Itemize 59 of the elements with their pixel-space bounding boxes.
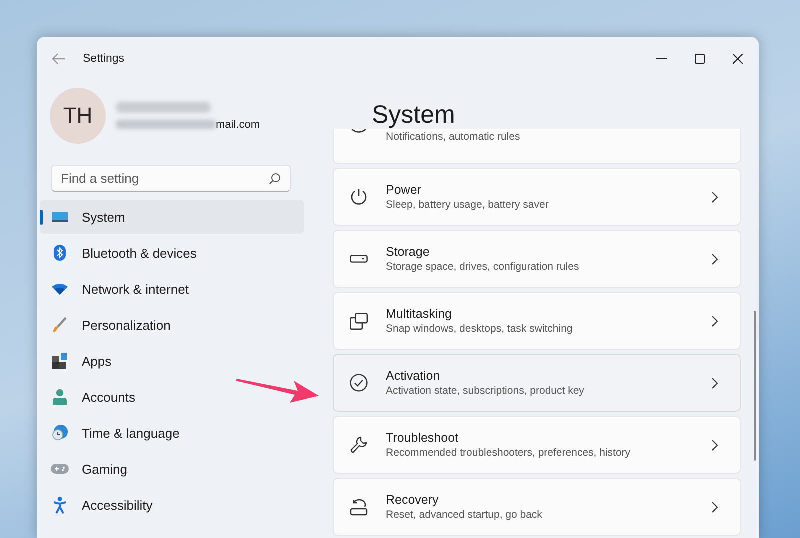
- card-subtitle: Recommended troubleshooters, preferences, history: [386, 447, 632, 459]
- card-subtitle: Reset, advanced startup, go back: [386, 509, 544, 521]
- paintbrush-icon: [51, 317, 69, 333]
- sidebar-item[interactable]: Time & language: [40, 416, 190, 450]
- sidebar-item[interactable]: Bluetooth & devices: [40, 236, 207, 270]
- scrollbar-thumb[interactable]: [754, 311, 756, 461]
- card-subtitle: Snap windows, desktops, task switching: [386, 323, 574, 335]
- account-email: mail.com: [216, 118, 260, 130]
- settings-card[interactable]: Troubleshoot Recommended troubleshooters, preferences, history: [333, 416, 741, 474]
- settings-card[interactable]: Multitasking Snap windows, desktops, task switching: [333, 292, 741, 350]
- settings-card[interactable]: Activation Activation state, subscriptions, product key: [333, 354, 741, 412]
- apps-icon: [51, 353, 69, 369]
- bluetooth-icon: [51, 245, 69, 261]
- sidebar-item[interactable]: Gaming: [40, 452, 138, 486]
- wrench-icon: [350, 436, 368, 454]
- chevron-right-icon: [712, 440, 718, 450]
- card-title: Recovery: [386, 493, 440, 507]
- card-title: Activation: [386, 369, 442, 383]
- sidebar-item[interactable]: Personalization: [40, 308, 181, 342]
- drive-icon: [350, 255, 368, 263]
- sidebar-item[interactable]: Accessibility: [40, 488, 163, 522]
- settings-card[interactable]: Power Sleep, battery usage, battery saver: [333, 168, 741, 226]
- recovery-icon: [350, 498, 368, 516]
- page-heading: System: [371, 100, 456, 129]
- minimize-icon[interactable]: [656, 58, 667, 60]
- card-title: Power: [386, 183, 422, 197]
- card-subtitle: Storage space, drives, configuration rules: [386, 261, 580, 273]
- card-title: Troubleshoot: [386, 431, 460, 445]
- globe-clock-icon: [51, 425, 69, 441]
- card-title: Multitasking: [386, 307, 453, 321]
- power-icon: [350, 188, 368, 206]
- check-circle-icon: [350, 374, 368, 392]
- sidebar-item[interactable]: Accounts: [40, 380, 146, 414]
- settings-card[interactable]: Storage Storage space, drives, configuration rules: [333, 230, 741, 288]
- chevron-right-icon: [712, 378, 718, 388]
- window-title: Settings: [83, 53, 125, 65]
- settings-card[interactable]: Notifications, automatic rules: [333, 129, 741, 164]
- chevron-right-icon: [712, 316, 718, 326]
- sidebar-item[interactable]: Apps: [40, 344, 122, 378]
- monitor-icon: [51, 210, 69, 224]
- chevron-right-icon: [712, 254, 718, 264]
- gamepad-icon: [51, 463, 69, 475]
- search-icon: [269, 173, 281, 185]
- wifi-icon: [51, 284, 69, 294]
- card-subtitle: Sleep, battery usage, battery saver: [386, 199, 550, 211]
- maximize-icon[interactable]: [695, 54, 705, 64]
- windows-icon: [350, 312, 368, 330]
- sidebar-item[interactable]: System: [40, 200, 304, 234]
- chevron-right-icon: [712, 502, 718, 512]
- sidebar-item[interactable]: Network & internet: [40, 272, 199, 306]
- avatar: TH: [50, 88, 106, 144]
- accessibility-icon: [51, 496, 69, 514]
- close-icon[interactable]: [733, 54, 743, 64]
- search-field[interactable]: Find a setting: [51, 165, 291, 192]
- person-icon: [51, 389, 69, 405]
- card-subtitle: Activation state, subscriptions, product key: [386, 385, 586, 397]
- card-title: Storage: [386, 245, 431, 259]
- chevron-right-icon: [712, 192, 718, 202]
- settings-card[interactable]: Recovery Reset, advanced startup, go back: [333, 478, 741, 536]
